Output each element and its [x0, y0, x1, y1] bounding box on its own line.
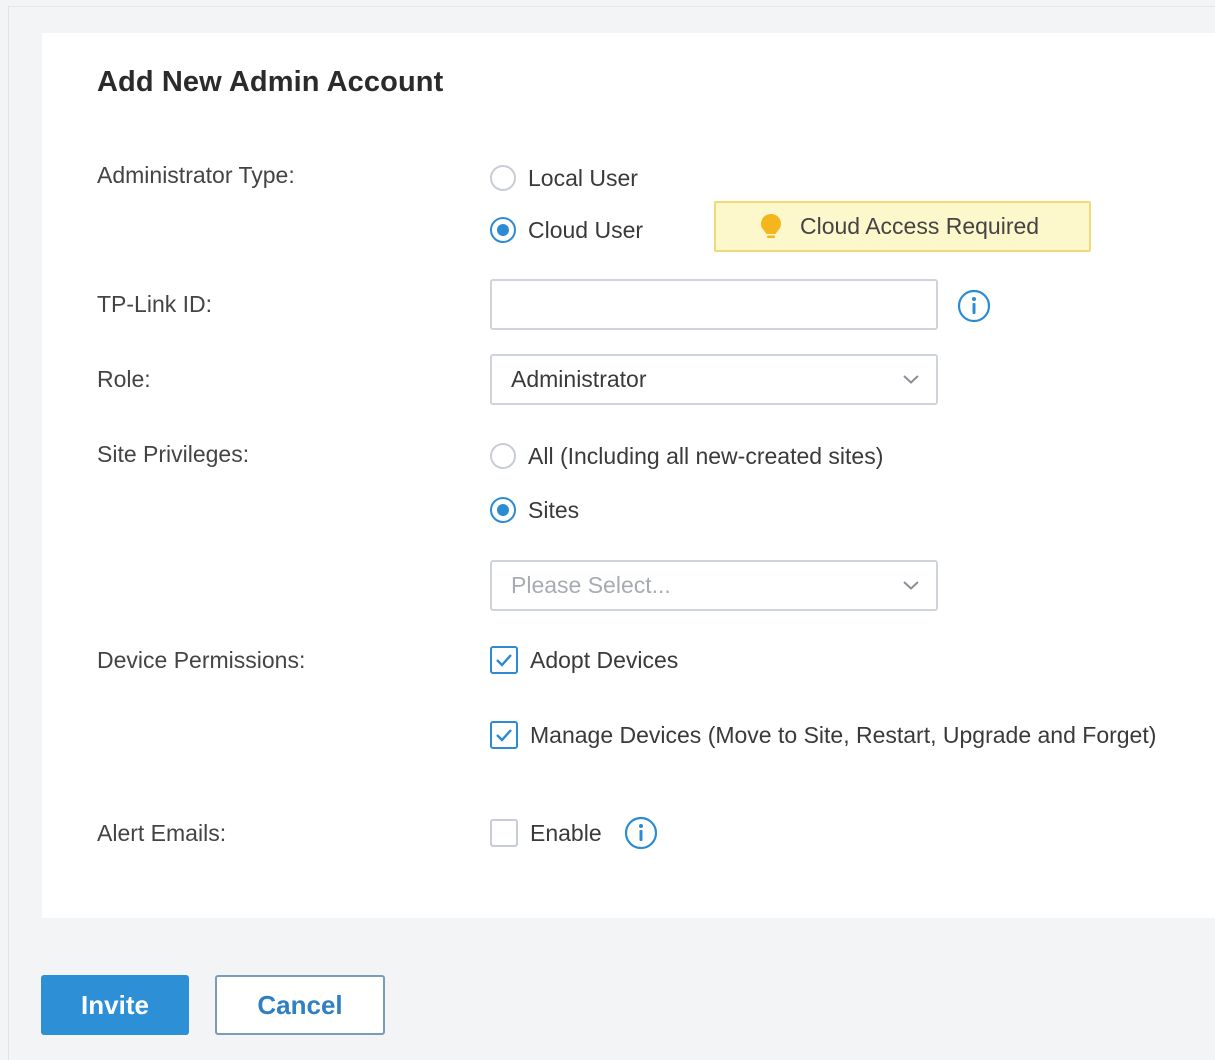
- checkbox-adopt-devices[interactable]: Adopt Devices: [490, 646, 678, 674]
- radio-all-sites-indicator[interactable]: [490, 443, 516, 469]
- radio-all-sites[interactable]: All (Including all new-created sites): [490, 442, 883, 470]
- page-title: Add New Admin Account: [97, 66, 444, 98]
- checkbox-manage-devices-label: Manage Devices (Move to Site, Restart, U…: [530, 722, 1157, 748]
- role-label: Role:: [97, 366, 151, 392]
- checkmark-icon: [496, 654, 512, 667]
- role-select[interactable]: Administrator: [490, 354, 938, 405]
- radio-sites-label: Sites: [528, 497, 580, 523]
- checkbox-manage-devices[interactable]: Manage Devices (Move to Site, Restart, U…: [490, 721, 1156, 749]
- checkbox-enable-alert-emails-label: Enable: [530, 820, 602, 846]
- radio-cloud-user-label: Cloud User: [528, 217, 644, 243]
- site-privileges-label: Site Privileges:: [97, 441, 250, 467]
- window-top-border: [8, 6, 1215, 7]
- sites-select[interactable]: Please Select...: [490, 560, 938, 611]
- checkbox-manage-devices-box[interactable]: [490, 721, 518, 749]
- checkbox-adopt-devices-label: Adopt Devices: [530, 647, 679, 673]
- cloud-access-required-text: Cloud Access Required: [800, 213, 1040, 239]
- chevron-down-icon: [902, 373, 920, 385]
- info-icon[interactable]: [957, 289, 991, 323]
- window-left-border: [8, 6, 9, 1060]
- checkbox-enable-alert-emails-box[interactable]: [490, 819, 518, 847]
- device-permissions-label: Device Permissions:: [97, 647, 306, 673]
- checkbox-enable-alert-emails[interactable]: Enable: [490, 819, 602, 847]
- tplink-id-label: TP-Link ID:: [97, 291, 213, 317]
- radio-local-user-indicator[interactable]: [490, 165, 516, 191]
- chevron-down-icon: [902, 579, 920, 591]
- administrator-type-label: Administrator Type:: [97, 162, 295, 188]
- tplink-id-input[interactable]: [490, 279, 938, 330]
- invite-button[interactable]: Invite: [41, 975, 189, 1035]
- lightbulb-icon: [760, 213, 782, 241]
- cancel-button[interactable]: Cancel: [215, 975, 385, 1035]
- radio-cloud-user[interactable]: Cloud User: [490, 216, 643, 244]
- checkmark-icon: [496, 729, 512, 742]
- radio-sites-indicator[interactable]: [490, 497, 516, 523]
- radio-cloud-user-indicator[interactable]: [490, 217, 516, 243]
- checkbox-adopt-devices-box[interactable]: [490, 646, 518, 674]
- role-select-value: Administrator: [511, 366, 647, 392]
- radio-all-sites-label: All (Including all new-created sites): [528, 443, 884, 469]
- alert-emails-label: Alert Emails:: [97, 820, 227, 846]
- radio-sites[interactable]: Sites: [490, 496, 579, 524]
- info-icon[interactable]: [624, 816, 658, 850]
- sites-select-placeholder: Please Select...: [511, 572, 671, 598]
- radio-local-user[interactable]: Local User: [490, 164, 638, 192]
- cloud-access-required-badge: Cloud Access Required: [714, 201, 1091, 252]
- radio-local-user-label: Local User: [528, 165, 638, 191]
